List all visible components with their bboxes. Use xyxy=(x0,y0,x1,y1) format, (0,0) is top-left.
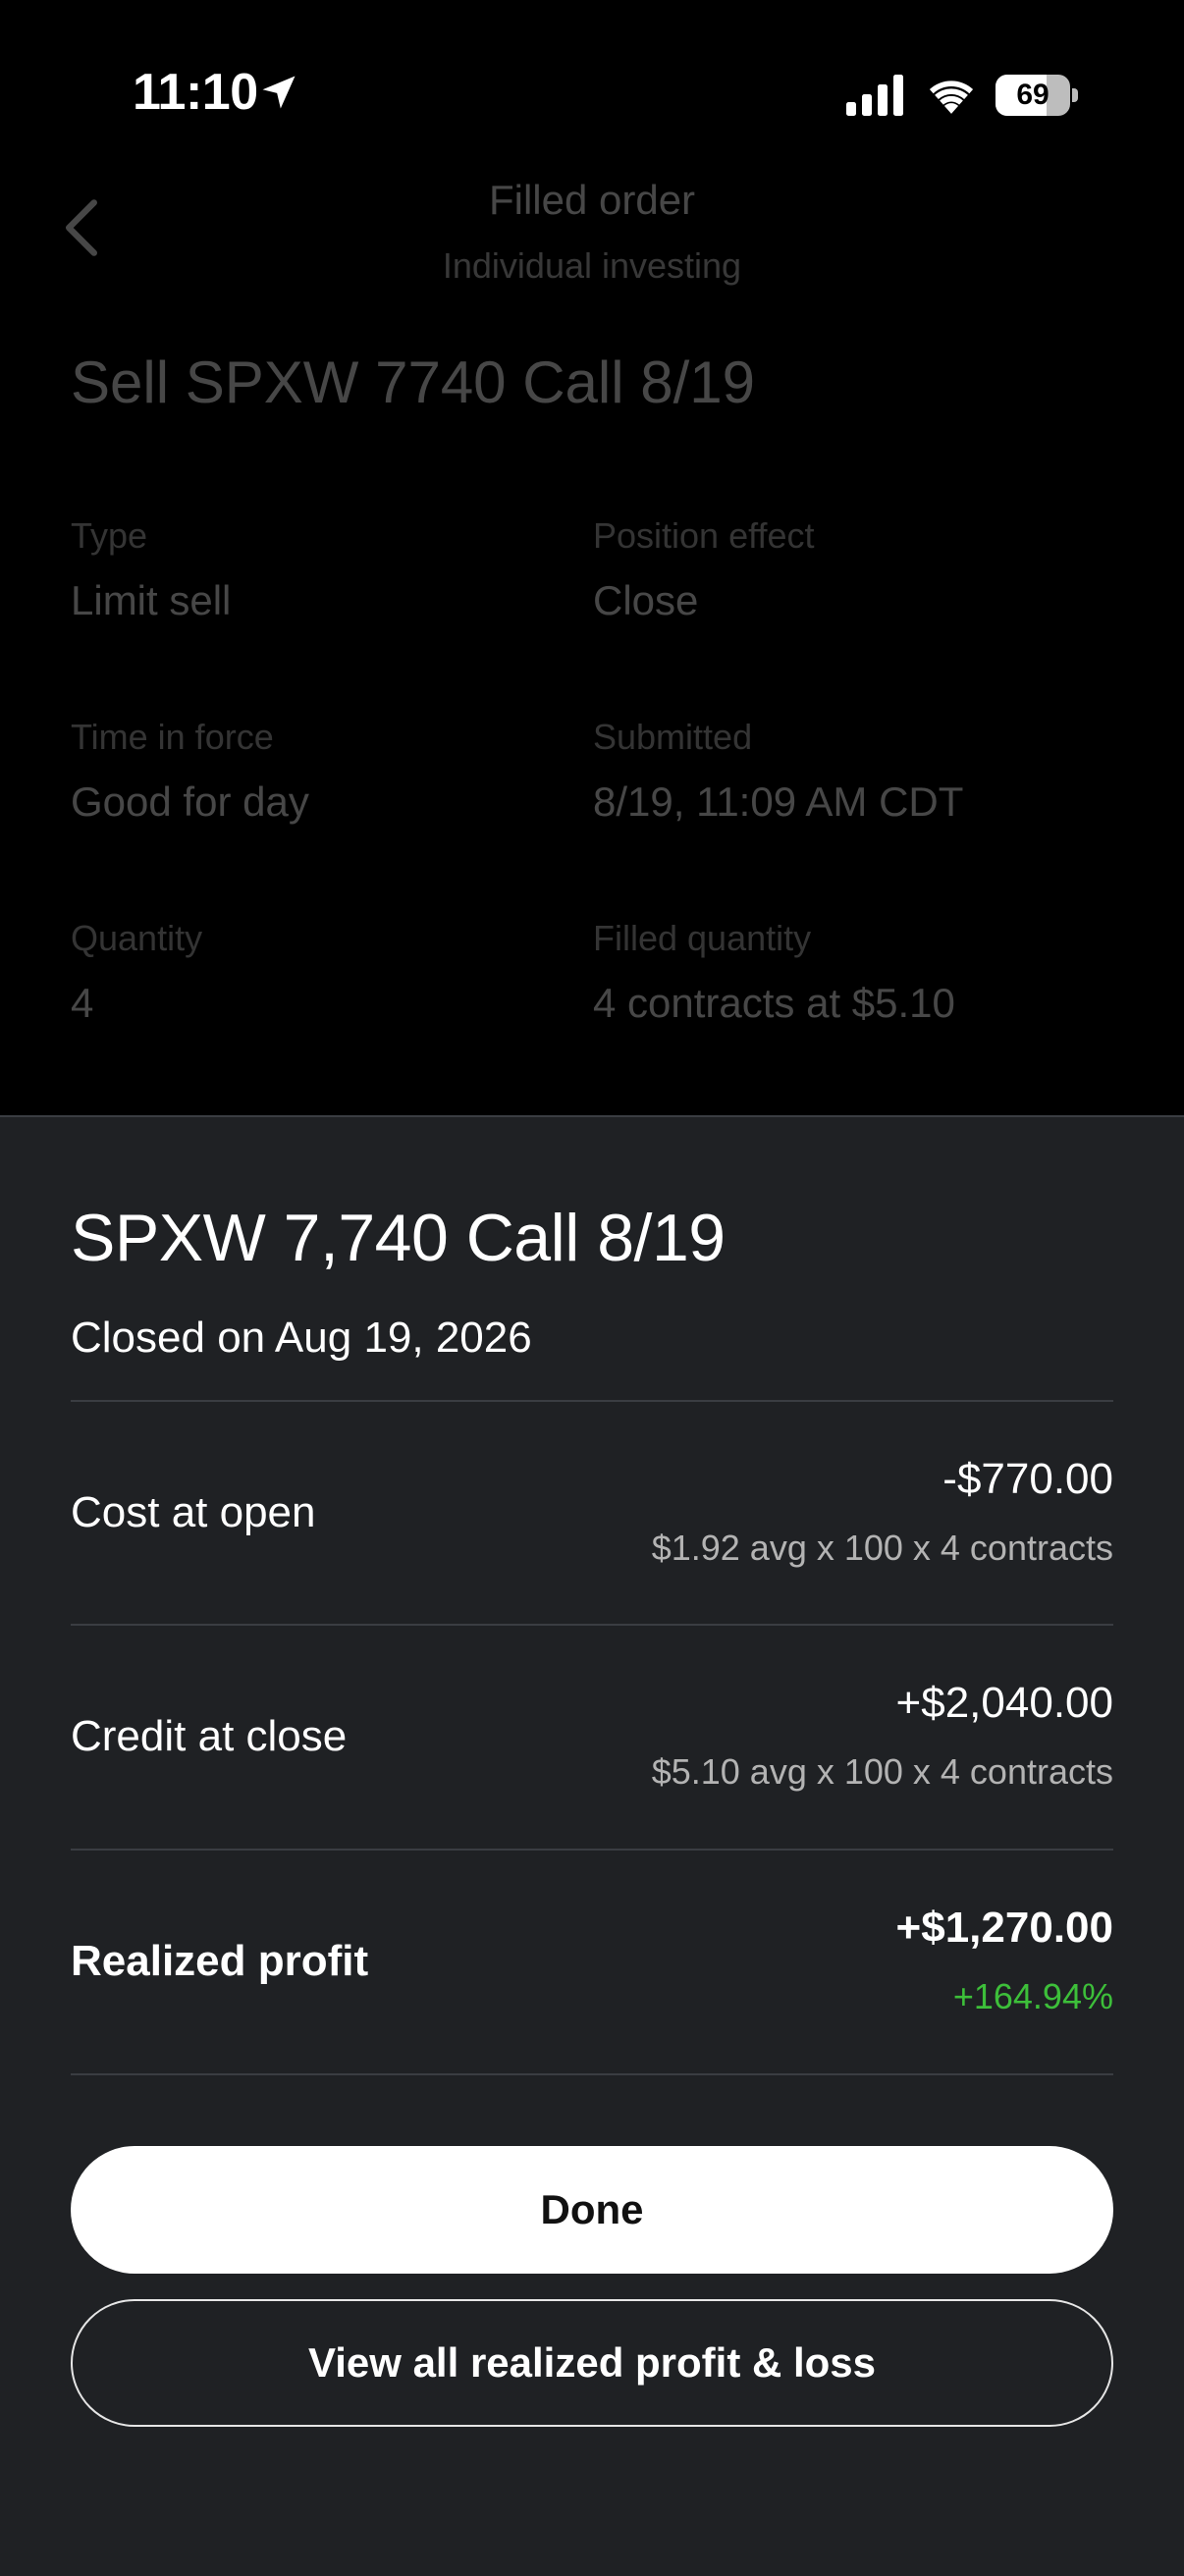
field-label-submitted: Submitted xyxy=(593,717,753,757)
realized-profit-sheet: SPXW 7,740 Call 8/19 Closed on Aug 19, 2… xyxy=(0,1115,1184,2576)
nav-title: Filled order xyxy=(488,177,696,223)
sheet-title: SPXW 7,740 Call 8/19 xyxy=(71,1201,726,1275)
realized-profit-amount: +$1,270.00 xyxy=(895,1904,1113,1952)
realized-profit-percent: +164.94% xyxy=(952,1976,1113,2016)
field-label-filled-quantity: Filled quantity xyxy=(593,918,812,958)
field-value-position-effect: Close xyxy=(593,577,699,623)
nav-subtitle: Individual investing xyxy=(442,245,742,286)
cost-at-open-detail: $1.92 avg x 100 x 4 contracts xyxy=(651,1528,1113,1568)
battery-icon: 69 xyxy=(996,75,1078,116)
field-label-time-in-force: Time in force xyxy=(71,717,274,757)
divider xyxy=(71,1624,1113,1626)
field-label-quantity: Quantity xyxy=(71,918,203,958)
credit-at-close-label: Credit at close xyxy=(71,1712,348,1760)
wifi-icon xyxy=(929,80,974,114)
credit-at-close-detail: $5.10 avg x 100 x 4 contracts xyxy=(651,1751,1113,1792)
field-value-time-in-force: Good for day xyxy=(71,778,309,825)
field-value-type: Limit sell xyxy=(71,577,232,623)
field-label-type: Type xyxy=(71,515,148,556)
divider xyxy=(71,1400,1113,1402)
order-title: Sell SPXW 7740 Call 8/19 xyxy=(71,349,756,415)
battery-level: 69 xyxy=(1016,79,1049,111)
field-value-filled-quantity: 4 contracts at $5.10 xyxy=(593,980,955,1026)
divider xyxy=(71,2073,1113,2075)
status-time: 11:10 xyxy=(133,64,258,121)
done-button[interactable]: Done xyxy=(71,2146,1113,2274)
field-value-quantity: 4 xyxy=(71,980,94,1026)
field-value-submitted: 8/19, 11:09 AM CDT xyxy=(593,778,964,825)
realized-profit-label: Realized profit xyxy=(71,1937,369,1985)
order-details-page: 11:10 69 Filled order Individual investi… xyxy=(0,0,1184,1115)
view-all-realized-pl-button[interactable]: View all realized profit & loss xyxy=(71,2299,1113,2427)
status-bar: 11:10 69 xyxy=(0,0,1184,187)
credit-at-close-amount: +$2,040.00 xyxy=(895,1679,1113,1727)
sheet-subtitle: Closed on Aug 19, 2026 xyxy=(71,1314,532,1362)
cost-at-open-label: Cost at open xyxy=(71,1488,316,1536)
location-arrow-icon xyxy=(262,76,296,109)
field-label-position-effect: Position effect xyxy=(593,515,815,556)
cost-at-open-amount: -$770.00 xyxy=(942,1455,1113,1503)
divider xyxy=(71,1849,1113,1851)
cellular-signal-icon xyxy=(846,75,903,116)
